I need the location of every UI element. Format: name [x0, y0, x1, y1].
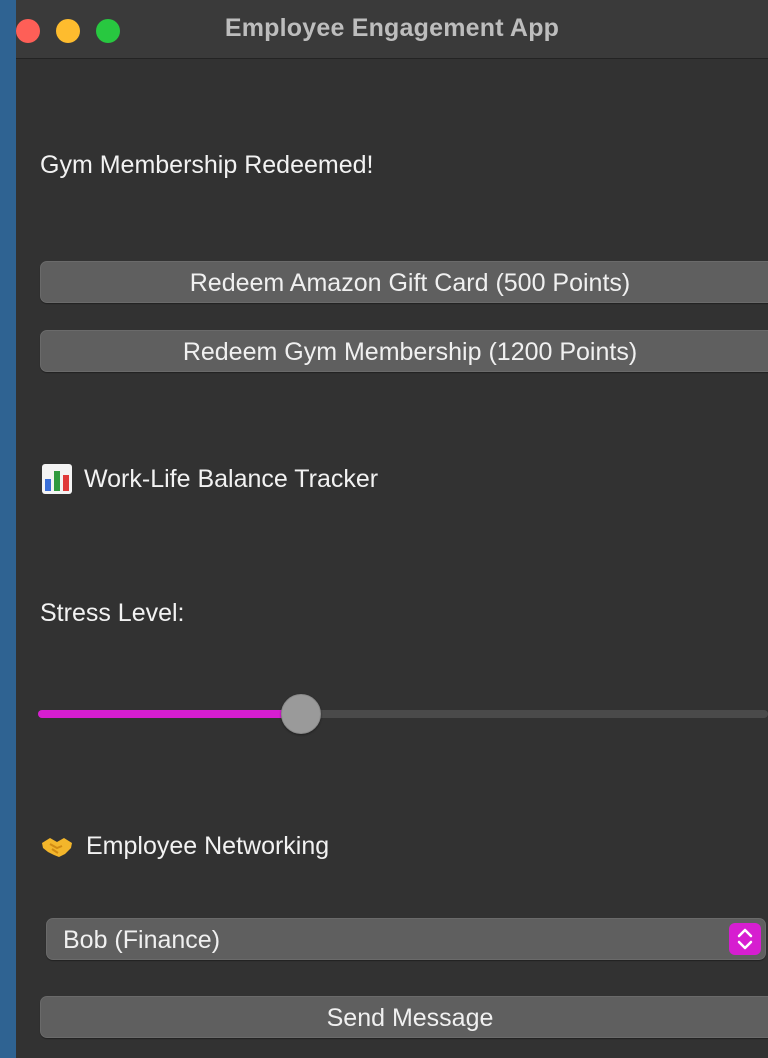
bar-chart-icon [42, 464, 72, 494]
desktop-strip [0, 0, 16, 1058]
app-window: Employee Engagement App Gym Membership R… [16, 0, 768, 1058]
work-life-balance-title: Work-Life Balance Tracker [84, 464, 379, 493]
stress-level-label: Stress Level: [40, 599, 185, 627]
stress-level-thumb[interactable] [280, 694, 321, 734]
employee-networking-heading: Employee Networking [40, 832, 329, 861]
desktop-background: Employee Engagement App Gym Membership R… [0, 0, 768, 1058]
work-life-balance-heading: Work-Life Balance Tracker [42, 464, 378, 494]
handshake-icon [40, 834, 74, 860]
employee-networking-title: Employee Networking [86, 832, 330, 860]
window-title: Employee Engagement App [224, 14, 560, 42]
redeem-gym-button[interactable]: Redeem Gym Membership (1200 Points) [40, 330, 768, 372]
title-bar[interactable]: Employee Engagement App [16, 0, 768, 59]
send-message-button[interactable]: Send Message [40, 996, 768, 1038]
stress-level-fill [38, 710, 301, 718]
select-arrows-icon[interactable] [729, 923, 761, 955]
redeem-status-message: Gym Membership Redeemed! [40, 151, 374, 179]
selected-employee: Bob (Finance) [63, 926, 221, 954]
redeem-amazon-button[interactable]: Redeem Amazon Gift Card (500 Points) [40, 261, 768, 303]
stress-level-slider[interactable] [38, 694, 768, 734]
employee-select[interactable]: Bob (Finance) [46, 918, 766, 960]
